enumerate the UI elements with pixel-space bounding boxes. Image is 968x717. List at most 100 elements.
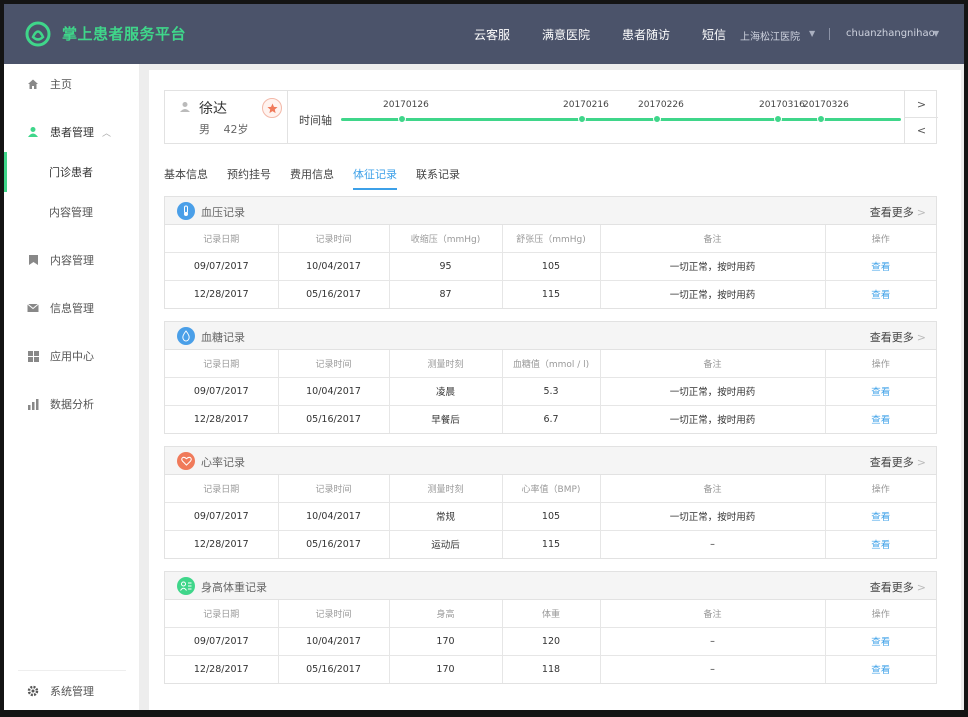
sidebar-item-home[interactable]: 主页 [4, 64, 139, 104]
tab-contacts[interactable]: 联系记录 [416, 166, 460, 190]
timeline-dot[interactable] [578, 115, 586, 123]
nav-followup[interactable]: 患者随访 [622, 26, 670, 43]
sidebar-item-system[interactable]: 系统管理 [4, 671, 139, 710]
cell: 凌晨 [389, 377, 503, 406]
cell: 87 [389, 280, 503, 308]
cell: 115 [502, 530, 601, 558]
caret-down-icon[interactable]: ▼ [809, 29, 815, 38]
bar-chart-icon [26, 397, 40, 411]
col-header: 心率值（BMP) [502, 475, 601, 503]
cell: 12/28/2017 [165, 655, 279, 683]
sidebar-item-label: 主页 [50, 78, 72, 91]
header-divider [829, 28, 830, 40]
tab-fees[interactable]: 费用信息 [290, 166, 334, 190]
sidebar-item-content-mgmt[interactable]: 内容管理 [4, 240, 139, 280]
sidebar-item-patient-mgmt[interactable]: 患者管理 ︿ [4, 112, 139, 152]
cell: 118 [502, 655, 601, 683]
cell: 查看 [825, 627, 936, 656]
view-more-label: 查看更多 [869, 581, 914, 594]
patient-name: 徐达 [199, 101, 227, 117]
chevron-left-icon[interactable]: < [905, 117, 938, 143]
favorite-button[interactable] [262, 98, 282, 118]
cell: 查看 [825, 655, 936, 683]
cell: 12/28/2017 [165, 405, 279, 433]
thermometer-icon [177, 202, 195, 220]
view-more-link[interactable]: 查看更多 > [870, 579, 926, 595]
view-more-link[interactable]: 查看更多 > [870, 204, 926, 220]
col-header: 记录时间 [278, 600, 390, 628]
section-blood-pressure: 血压记录 查看更多 > 记录日期 记录时间 收缩压（mmHg) 舒张压（mmHg)… [164, 196, 937, 309]
table-row: 09/07/2017 10/04/2017 常规 105 一切正常，按时用药 查… [165, 502, 936, 531]
timeline-date: 20170326 [803, 100, 849, 110]
sidebar-item-app-center[interactable]: 应用中心 [4, 336, 139, 376]
timeline-dot[interactable] [774, 115, 782, 123]
section-header: 血糖记录 查看更多 > [165, 322, 936, 350]
nav-sms[interactable]: 短信 [702, 26, 726, 43]
cell: – [600, 530, 826, 558]
timeline-dot[interactable] [398, 115, 406, 123]
cell: 09/07/2017 [165, 627, 279, 656]
col-header: 记录日期 [165, 600, 279, 628]
hospital-select[interactable]: 上海松江医院 [740, 28, 800, 43]
timeline-controls: > < [904, 91, 938, 143]
cell: 一切正常，按时用药 [600, 280, 826, 308]
cell: 09/07/2017 [165, 502, 279, 531]
col-header: 备注 [600, 225, 826, 253]
nav-satisfaction[interactable]: 满意医院 [542, 26, 590, 43]
patient-icon [26, 125, 40, 139]
chevron-right-icon: > [916, 581, 926, 594]
cell: 运动后 [389, 530, 503, 558]
view-more-label: 查看更多 [869, 206, 914, 219]
bookmark-icon [26, 253, 40, 267]
view-link[interactable]: 查看 [871, 540, 890, 551]
view-link[interactable]: 查看 [871, 262, 890, 273]
sidebar-item-label: 数据分析 [50, 398, 94, 411]
caret-down-icon[interactable]: ▼ [933, 29, 939, 38]
view-link[interactable]: 查看 [871, 387, 890, 398]
cell: 查看 [825, 252, 936, 281]
sidebar-item-content-sub[interactable]: 内容管理 [4, 192, 139, 232]
col-header: 测量时刻 [389, 475, 503, 503]
chevron-right-icon[interactable]: > [905, 91, 938, 117]
star-icon [266, 102, 278, 113]
main-content: 徐达 男 42岁 时间轴 20170126 20170216 20170226 … [149, 70, 961, 710]
sidebar-item-data-analysis[interactable]: 数据分析 [4, 384, 139, 424]
view-link[interactable]: 查看 [871, 512, 890, 523]
timeline-dot[interactable] [653, 115, 661, 123]
section-title: 血糖记录 [201, 331, 245, 344]
timeline-date: 20170316 [759, 100, 805, 110]
cell: – [600, 627, 826, 656]
cell: 09/07/2017 [165, 377, 279, 406]
tab-vitals[interactable]: 体征记录 [353, 166, 397, 190]
cell: 查看 [825, 530, 936, 558]
cell: 查看 [825, 502, 936, 531]
view-link[interactable]: 查看 [871, 637, 890, 648]
view-link[interactable]: 查看 [871, 290, 890, 301]
col-header: 记录日期 [165, 475, 279, 503]
user-menu[interactable]: chuanzhangnihao [846, 28, 935, 39]
sidebar: 主页 患者管理 ︿ 门诊患者 内容管理 内容管理 信息管理 应用中心 数据分析 … [4, 64, 139, 710]
chevron-right-icon: > [916, 456, 926, 469]
timeline-label: 时间轴 [299, 114, 332, 127]
record-table: 记录日期 记录时间 测量时刻 血糖值（mmol / l) 备注 操作 09/07… [165, 350, 936, 433]
tab-basic-info[interactable]: 基本信息 [164, 166, 208, 190]
view-link[interactable]: 查看 [871, 415, 890, 426]
sidebar-item-info-mgmt[interactable]: 信息管理 [4, 288, 139, 328]
nav-cloud-service[interactable]: 云客服 [474, 26, 510, 43]
brand-title: 掌上患者服务平台 [62, 25, 187, 43]
timeline-date: 20170216 [563, 100, 609, 110]
top-header: 掌上患者服务平台 云客服 满意医院 患者随访 短信 上海松江医院 ▼ chuan… [4, 4, 964, 64]
table-row: 12/28/2017 05/16/2017 运动后 115 – 查看 [165, 530, 936, 558]
table-row: 12/28/2017 05/16/2017 170 118 – 查看 [165, 655, 936, 683]
logo-icon [25, 21, 51, 47]
timeline-dot[interactable] [817, 115, 825, 123]
sidebar-item-outpatient[interactable]: 门诊患者 [4, 152, 139, 192]
record-tabs: 基本信息 预约挂号 费用信息 体征记录 联系记录 [164, 166, 479, 190]
view-more-link[interactable]: 查看更多 > [870, 454, 926, 470]
tab-appointment[interactable]: 预约挂号 [227, 166, 271, 190]
view-link[interactable]: 查看 [871, 665, 890, 676]
col-header: 记录时间 [278, 350, 390, 378]
view-more-link[interactable]: 查看更多 > [870, 329, 926, 345]
cell: 查看 [825, 405, 936, 433]
sidebar-item-label: 信息管理 [50, 302, 94, 315]
